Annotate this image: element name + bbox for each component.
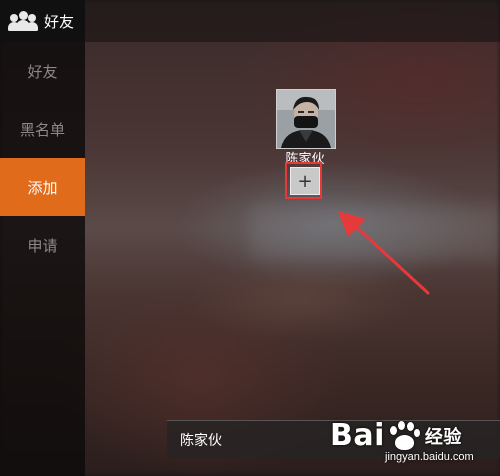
avatar-image — [277, 90, 335, 148]
watermark-brand-left: Bai — [330, 418, 385, 453]
avatar[interactable] — [276, 89, 336, 149]
paw-icon — [387, 420, 421, 452]
watermark-url: jingyan.baidu.com — [385, 451, 474, 463]
annotation-highlight-box — [285, 162, 322, 199]
search-result-label: 陈家伙 — [180, 432, 222, 449]
sidebar-item-friends[interactable]: 好友 — [0, 42, 85, 100]
sidebar-item-requests[interactable]: 申请 — [0, 216, 85, 274]
panel-title: 好友 — [44, 12, 75, 31]
panel-header: 好友 — [0, 0, 85, 42]
sidebar: 好友 黑名单 添加 申请 — [0, 42, 85, 476]
watermark-brand-right: 经验 — [424, 426, 462, 448]
baidu-watermark: Bai 经验 jingyan.baidu.com — [330, 418, 474, 463]
friends-icon — [8, 10, 38, 32]
friends-panel: 好友 好友 黑名单 添加 申请 陈家伙 + 陈家伙 Bai 经验 jingyan… — [0, 0, 500, 476]
annotation-arrow-icon — [338, 211, 430, 295]
watermark-brand: Bai 经验 — [330, 418, 474, 453]
header-strip — [85, 0, 500, 42]
sidebar-item-blacklist[interactable]: 黑名单 — [0, 100, 85, 158]
sidebar-item-add[interactable]: 添加 — [0, 158, 85, 216]
